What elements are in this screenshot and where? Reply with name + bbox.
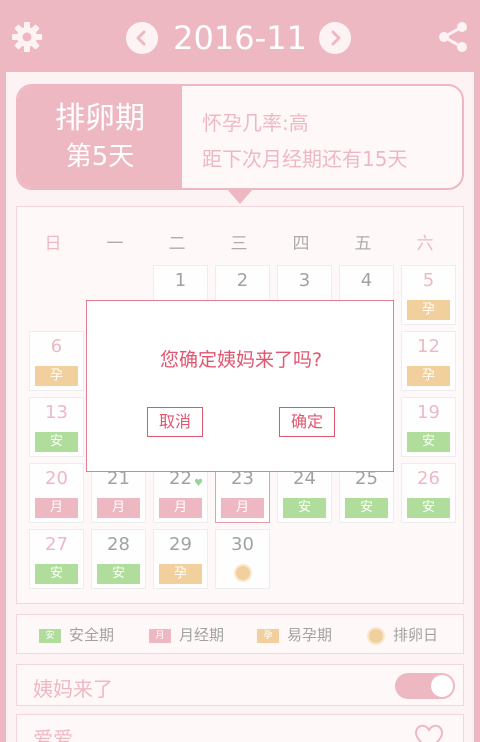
dialog-message: 您确定姨妈来了吗? xyxy=(159,349,323,371)
confirm-dialog: 您确定姨妈来了吗? 取消 确定 xyxy=(86,300,394,472)
app-root: 2016-11 排卵期 第5天 怀孕几率:高 距下次月经期还有15天 日 一 二… xyxy=(0,0,480,742)
confirm-button[interactable]: 确定 xyxy=(279,407,335,437)
cancel-button[interactable]: 取消 xyxy=(147,407,203,437)
